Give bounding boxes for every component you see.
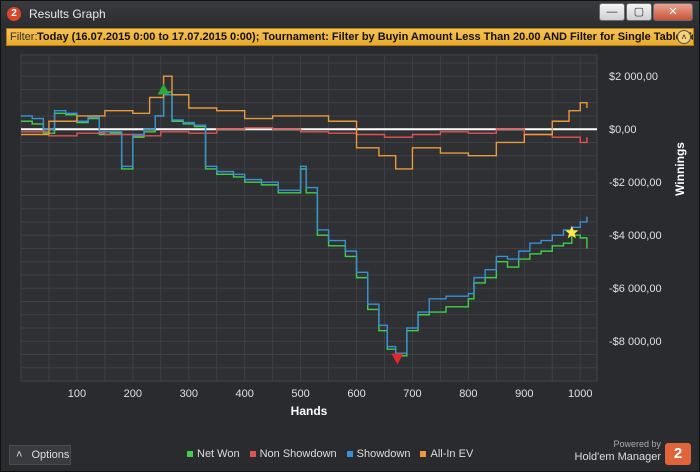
filter-label: Filter: xyxy=(10,31,38,43)
x-axis-label: Hands xyxy=(291,404,328,418)
x-tick-label: 900 xyxy=(515,388,533,400)
bottom-bar: ˄ Options Net Won Non Showdown Showdown All… xyxy=(1,437,699,471)
x-tick-label: 400 xyxy=(236,388,254,400)
x-tick-label: 200 xyxy=(124,388,142,400)
y-axis-ticks: $2 000,00 $0,00 -$2 000,00 -$4 000,00 -$6 00… xyxy=(609,71,662,348)
x-tick-label: 100 xyxy=(68,388,86,400)
y-tick-label: -$8 000,00 xyxy=(609,336,662,348)
legend-label: Showdown xyxy=(356,448,411,460)
y-tick-label: $0,00 xyxy=(609,124,637,136)
y-tick-label: $2 000,00 xyxy=(609,71,658,83)
options-label: Options xyxy=(31,449,70,461)
filter-collapse-icon[interactable]: ˄ xyxy=(677,30,691,44)
legend-swatch xyxy=(249,451,256,458)
legend-swatch xyxy=(187,451,193,458)
y-tick-label: -$2 000,00 xyxy=(609,177,662,189)
chart-legend: Net Won Non Showdown Showdown All-In EV xyxy=(187,448,483,462)
holdem-manager-logo-icon: 2 xyxy=(665,443,691,465)
legend-swatch xyxy=(420,451,427,458)
y-tick-label: -$6 000,00 xyxy=(609,283,662,295)
legend-item-non-showdown[interactable]: Non Showdown xyxy=(249,448,337,460)
legend-item-net-won[interactable]: Net Won xyxy=(187,448,240,460)
title-bar: 2 Results Graph — ▢ ✕ xyxy=(1,1,699,27)
x-tick-label: 300 xyxy=(180,388,198,400)
maximize-button[interactable]: ▢ xyxy=(626,3,652,21)
x-tick-label: 700 xyxy=(403,388,421,400)
y-tick-label: -$4 000,00 xyxy=(609,230,662,242)
powered-by-text: Powered by xyxy=(613,439,661,449)
filter-bar[interactable]: Filter: Today (16.07.2015 0:00 to 17.07.… xyxy=(6,28,694,46)
legend-item-showdown[interactable]: Showdown xyxy=(346,448,411,460)
x-tick-label: 500 xyxy=(291,388,309,400)
results-graph-window: 2 Results Graph — ▢ ✕ Filter: Today (16.… xyxy=(0,0,700,472)
x-axis-ticks: 100 200 300 400 500 600 700 800 900 1000 xyxy=(68,388,593,400)
legend-item-all-in-ev[interactable]: All-In EV xyxy=(420,448,473,460)
legend-label: Non Showdown xyxy=(259,448,337,460)
close-button[interactable]: ✕ xyxy=(653,3,693,21)
legend-label: Net Won xyxy=(197,448,240,460)
legend-label: All-In EV xyxy=(430,448,474,460)
app-logo-icon: 2 xyxy=(7,7,21,21)
options-button[interactable]: ˄ Options xyxy=(9,445,71,465)
results-chart: 100 200 300 400 500 600 700 800 900 1000 $2 000,0… xyxy=(20,54,687,418)
product-name: Hold'em Manager xyxy=(574,451,661,463)
legend-swatch xyxy=(346,451,353,458)
filter-text: Today (16.07.2015 0:00 to 17.07.2015 0:0… xyxy=(37,31,694,43)
window-title: Results Graph xyxy=(29,7,106,21)
x-tick-label: 800 xyxy=(459,388,477,400)
y-axis-label: Winnings xyxy=(673,142,687,196)
plot-area xyxy=(20,54,598,382)
x-tick-label: 600 xyxy=(347,388,365,400)
minimize-button[interactable]: — xyxy=(599,3,625,21)
x-tick-label: 1000 xyxy=(568,388,592,400)
options-chevron-icon: ˄ xyxy=(16,449,23,461)
